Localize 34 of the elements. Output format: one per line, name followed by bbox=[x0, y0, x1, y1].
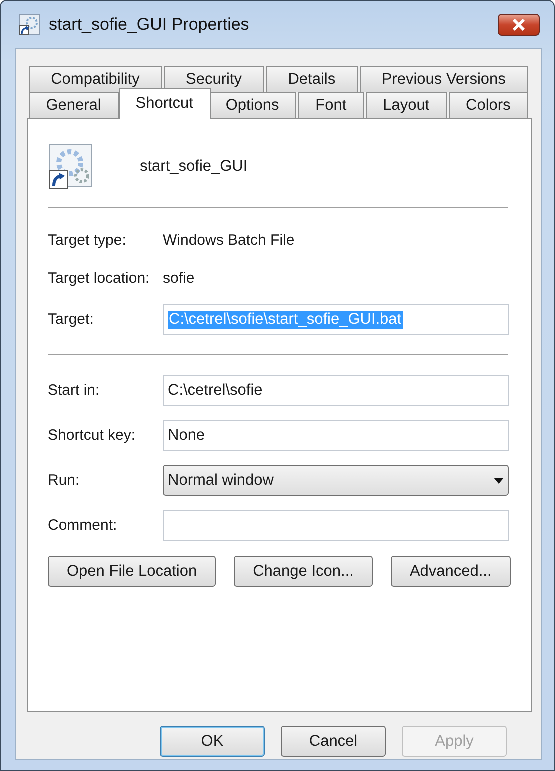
action-button[interactable]: Open File Location bbox=[48, 556, 216, 587]
field-label: Start in: bbox=[48, 382, 101, 399]
tab[interactable]: Details bbox=[266, 66, 358, 92]
field-label: Target type: bbox=[48, 232, 128, 248]
action-button[interactable]: Change Icon... bbox=[234, 556, 373, 587]
field-label: Comment: bbox=[48, 517, 118, 534]
field-label: Shortcut key: bbox=[48, 427, 137, 444]
field-label: Target: bbox=[48, 311, 95, 328]
tab[interactable]: Options bbox=[208, 92, 296, 118]
dropdown-arrow-icon bbox=[494, 478, 504, 484]
tab[interactable]: General bbox=[29, 92, 119, 118]
run-dropdown[interactable]: Normal window bbox=[163, 465, 509, 496]
input-field[interactable]: C:\cetrel\sofie bbox=[163, 375, 509, 406]
action-button[interactable]: Advanced... bbox=[390, 556, 511, 587]
shortcut-file-icon bbox=[19, 14, 41, 36]
tab[interactable]: Colors bbox=[448, 92, 528, 118]
field-value: sofie bbox=[163, 270, 195, 286]
field-label: Run: bbox=[48, 472, 81, 489]
tab[interactable]: Shortcut bbox=[118, 88, 211, 119]
tab[interactable]: Font bbox=[298, 92, 364, 118]
dialog-button[interactable]: Cancel bbox=[281, 726, 386, 757]
close-icon bbox=[512, 18, 526, 30]
input-field[interactable] bbox=[163, 510, 509, 541]
dialog-button[interactable]: OK bbox=[160, 726, 265, 757]
tab[interactable]: Previous Versions bbox=[360, 66, 528, 92]
tab[interactable]: Security bbox=[164, 66, 264, 92]
close-button[interactable] bbox=[498, 14, 540, 36]
field-label: Target location: bbox=[48, 270, 151, 286]
shortcut-name: start_sofie_GUI bbox=[140, 158, 248, 176]
window-title: start_sofie_GUI Properties bbox=[49, 14, 250, 34]
tab[interactable]: Layout bbox=[366, 92, 447, 118]
input-field[interactable]: None bbox=[163, 420, 509, 451]
field-value: Windows Batch File bbox=[163, 232, 295, 248]
tab[interactable]: Compatibility bbox=[29, 66, 162, 92]
